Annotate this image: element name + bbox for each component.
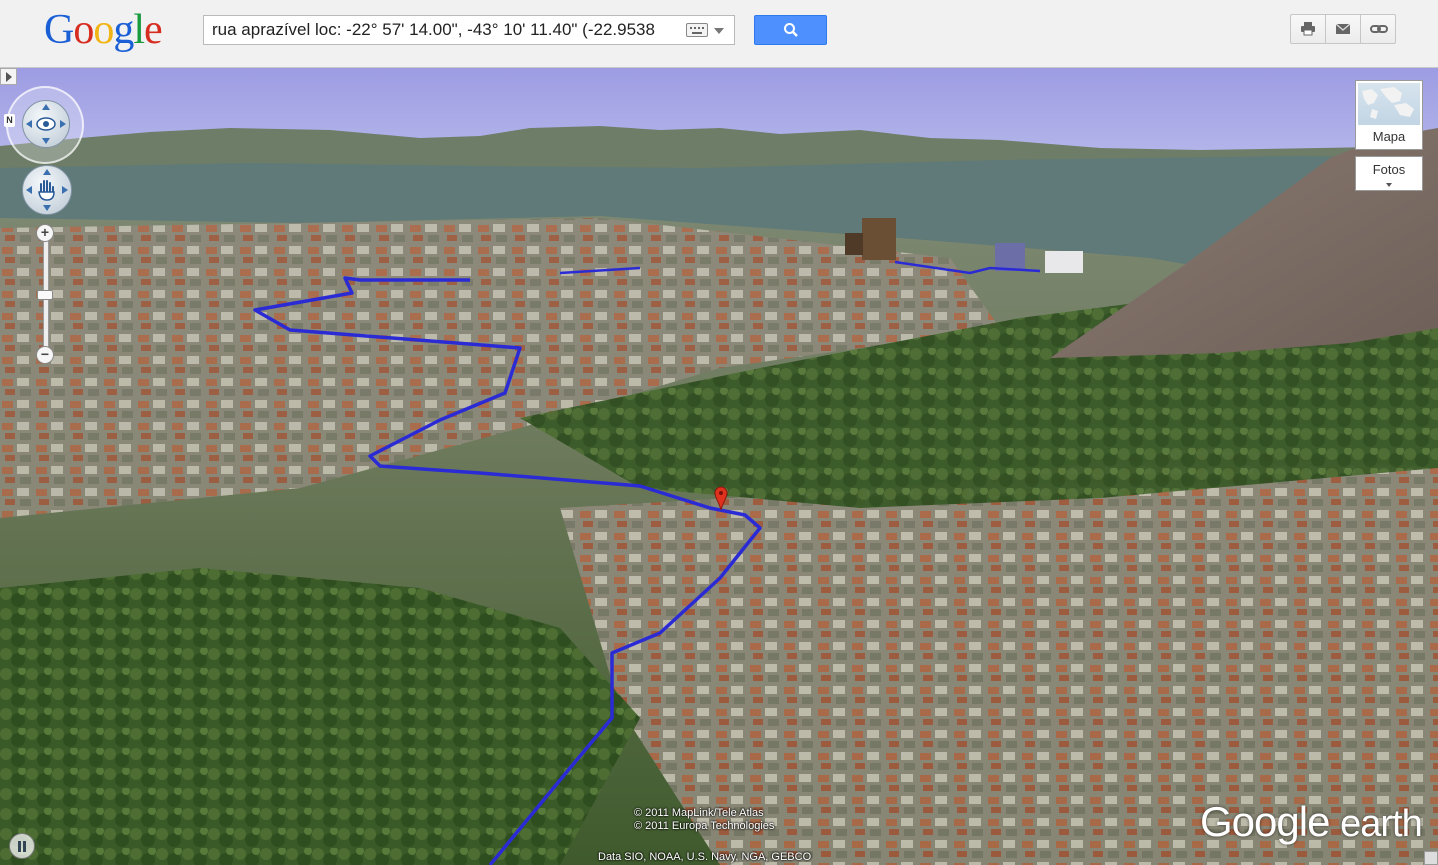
logo-letter: e (144, 7, 163, 53)
zoom-out-button[interactable]: − (36, 346, 54, 364)
map-type-button[interactable]: Mapa (1355, 80, 1423, 150)
email-button[interactable] (1326, 15, 1361, 43)
search-icon (784, 23, 798, 37)
move-control[interactable] (22, 165, 72, 215)
search-input[interactable] (204, 16, 680, 44)
link-button[interactable] (1361, 15, 1395, 43)
logo-letter: g (113, 7, 134, 53)
chevron-down-icon[interactable] (714, 28, 724, 34)
look-joystick[interactable] (22, 100, 70, 148)
toolbar (1290, 14, 1396, 44)
chevron-down-icon (1386, 183, 1392, 187)
zoom-thumb[interactable] (37, 290, 53, 300)
compass-north[interactable]: N (4, 114, 15, 127)
hand-icon (26, 169, 68, 211)
earth-3d-view[interactable]: N + − Mapa Fotos © 2011 MapLink/Tele Atl… (0, 68, 1438, 865)
zoom-in-button[interactable]: + (36, 224, 54, 242)
side-panel-toggle[interactable] (0, 68, 17, 85)
logo-letter: l (133, 7, 145, 53)
tower-building (1045, 251, 1083, 273)
keyboard-icon[interactable] (686, 23, 708, 37)
google-earth-logo: Google earth (1200, 798, 1423, 846)
print-icon (1301, 22, 1315, 36)
photos-label: Fotos (1372, 162, 1406, 177)
copyright-line: © 2011 MapLink/Tele Atlas (634, 807, 764, 819)
tower-building (995, 243, 1025, 271)
copyright-line: © 2011 Europa Technologies (634, 820, 775, 832)
map-thumbnail (1358, 83, 1420, 125)
top-bar: Google (0, 0, 1438, 68)
data-credit: Data SIO, NOAA, U.S. Navy, NGA, GEBCO (598, 851, 812, 863)
pause-button[interactable] (9, 833, 35, 859)
look-control[interactable]: N (4, 86, 84, 164)
search-button[interactable] (754, 15, 827, 45)
link-icon (1370, 25, 1388, 33)
logo-google: Google (1200, 798, 1330, 845)
map-type-label: Mapa (1372, 129, 1406, 144)
tower-building (862, 218, 896, 260)
resize-handle[interactable] (1424, 851, 1438, 865)
aerial-scene[interactable] (0, 68, 1438, 865)
print-button[interactable] (1291, 15, 1326, 43)
search-box (203, 15, 735, 45)
photos-dropdown[interactable]: Fotos (1355, 156, 1423, 191)
logo-letter: o (93, 7, 114, 53)
zoom-slider[interactable]: + − (36, 224, 56, 366)
logo-earth: earth (1340, 803, 1423, 845)
email-icon (1335, 23, 1351, 34)
logo-letter: o (73, 7, 94, 53)
logo-letter: G (44, 7, 74, 53)
google-logo[interactable]: Google (44, 6, 163, 54)
eye-icon (26, 104, 66, 144)
tower-building (845, 233, 863, 255)
copyright-notice: © 2011 MapLink/Tele Atlas © 2011 Europa … (634, 807, 774, 833)
